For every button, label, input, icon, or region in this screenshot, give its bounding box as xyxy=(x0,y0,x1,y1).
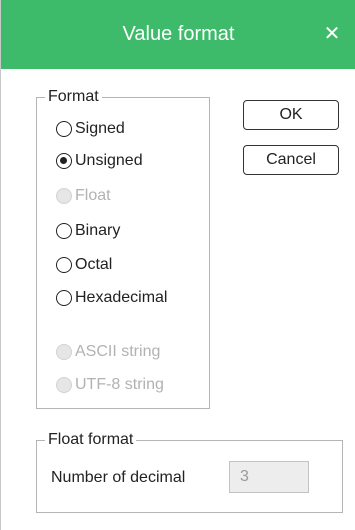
radio-hexadecimal[interactable]: Hexadecimal xyxy=(56,286,167,310)
radio-circle-unsigned xyxy=(56,153,72,169)
radio-label-hexadecimal: Hexadecimal xyxy=(75,289,168,306)
radio-label-utf8-string: UTF-8 string xyxy=(75,376,164,393)
radio-circle-float xyxy=(56,188,72,204)
radio-circle-ascii-string xyxy=(56,344,72,360)
title-bar: Value format ✕ xyxy=(1,0,355,69)
radio-label-signed: Signed xyxy=(75,120,125,137)
radio-circle-octal xyxy=(56,257,72,273)
radio-signed[interactable]: Signed xyxy=(56,117,125,141)
value-format-dialog: Value format ✕ Format Signed Unsigned Fl… xyxy=(0,0,355,530)
format-legend: Format xyxy=(48,88,99,105)
ok-button[interactable]: OK xyxy=(243,100,339,130)
radio-utf8-string: UTF-8 string xyxy=(56,373,164,397)
radio-circle-utf8-string xyxy=(56,377,72,393)
radio-binary[interactable]: Binary xyxy=(56,219,120,243)
radio-label-binary: Binary xyxy=(75,222,121,239)
radio-label-ascii-string: ASCII string xyxy=(75,343,161,360)
cancel-button[interactable]: Cancel xyxy=(243,145,339,175)
close-icon[interactable]: ✕ xyxy=(308,0,355,69)
float-format-legend: Float format xyxy=(48,431,134,448)
radio-unsigned[interactable]: Unsigned xyxy=(56,149,143,173)
radio-ascii-string: ASCII string xyxy=(56,340,160,364)
radio-label-octal: Octal xyxy=(75,256,113,273)
radio-circle-binary xyxy=(56,223,72,239)
radio-octal[interactable]: Octal xyxy=(56,253,112,277)
radio-label-unsigned: Unsigned xyxy=(75,152,143,169)
radio-circle-hexadecimal xyxy=(56,290,72,306)
radio-float: Float xyxy=(56,184,111,208)
radio-label-float: Float xyxy=(75,187,111,204)
radio-circle-signed xyxy=(56,121,72,137)
dialog-title: Value format xyxy=(122,23,235,45)
decimal-input[interactable] xyxy=(229,461,309,493)
decimal-label: Number of decimal xyxy=(51,469,186,486)
